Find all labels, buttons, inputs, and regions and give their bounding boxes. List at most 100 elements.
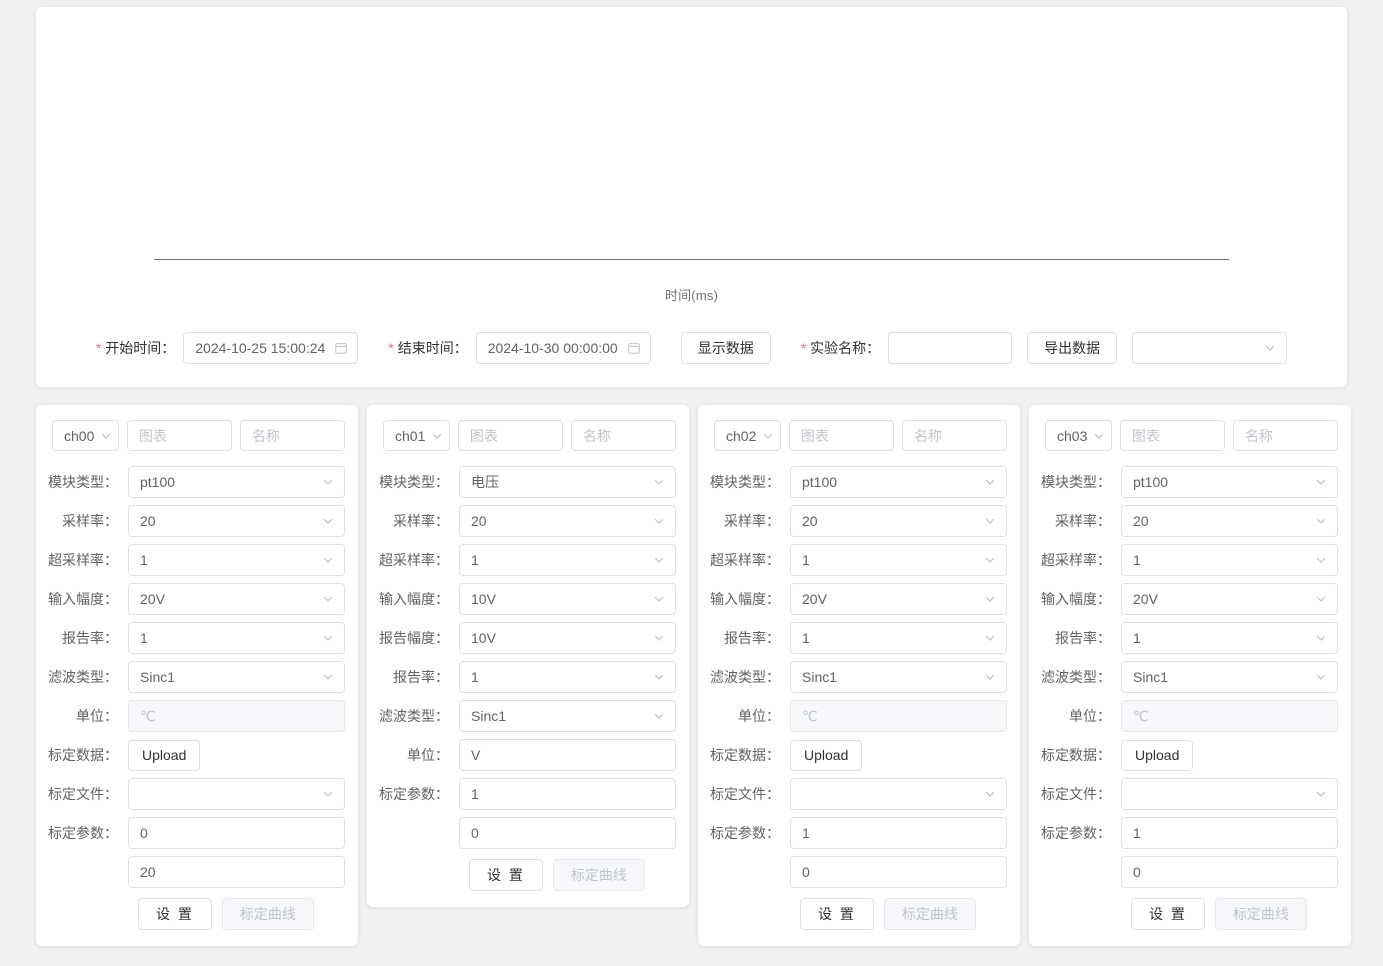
end-time-input[interactable]: 2024-10-30 00:00:00 [475, 332, 651, 364]
chart-name-input-ch03[interactable]: 图表 [1119, 420, 1225, 451]
label-filter-type: 滤波类型： [710, 669, 780, 685]
show-data-button[interactable]: 显示数据 [680, 332, 771, 364]
field-filter-type: 滤波类型： Sinc1 [706, 661, 1007, 693]
field-sample-rate: 采样率： 20 [44, 505, 345, 537]
module-type-select-ch00[interactable]: pt100 [128, 466, 345, 498]
filter-type-select-ch00[interactable]: Sinc1 [128, 661, 345, 693]
filter-type-select-ch01[interactable]: Sinc1 [459, 700, 676, 732]
cal-param-2-input-ch02[interactable]: 0 [790, 856, 1007, 888]
chart-name-input-ch02[interactable]: 图表 [788, 420, 894, 451]
cal-param-1-input-ch03[interactable]: 1 [1121, 817, 1338, 849]
sample-rate-select-ch02[interactable]: 20 [790, 505, 1007, 537]
field-cal-param-1: 标定参数： 0 [44, 817, 345, 849]
unit-input-ch01[interactable]: V [459, 739, 676, 771]
cal-param-2-input-ch01[interactable]: 0 [459, 817, 676, 849]
sample-rate-select-ch01[interactable]: 20 [459, 505, 676, 537]
module-type-select-ch02[interactable]: pt100 [790, 466, 1007, 498]
report-rate-select-ch00[interactable]: 1 [128, 622, 345, 654]
set-button-ch02[interactable]: 设 置 [800, 898, 874, 930]
cal-curve-button-ch01[interactable]: 标定曲线 [552, 859, 645, 891]
chart-placeholder: 图表 [1131, 427, 1160, 444]
filter-type-select-ch03[interactable]: Sinc1 [1121, 661, 1338, 693]
cal-param-1-input-ch01[interactable]: 1 [459, 778, 676, 810]
set-button-ch00[interactable]: 设 置 [138, 898, 212, 930]
display-name-input-ch02[interactable]: 名称 [901, 420, 1007, 451]
name-placeholder: 名称 [913, 427, 942, 444]
cal-file-select-ch00[interactable] [128, 778, 345, 810]
cal-param-1-input-ch02[interactable]: 1 [790, 817, 1007, 849]
chevron-down-icon [1314, 553, 1328, 567]
channel-select-ch00[interactable]: ch00 [52, 420, 119, 451]
end-time-value: 2024-10-30 00:00:00 [487, 340, 618, 356]
set-button-ch01[interactable]: 设 置 [469, 859, 543, 891]
chevron-down-icon [1314, 670, 1328, 684]
chart-plot-area[interactable]: 时间(ms) [36, 7, 1347, 307]
label-module-type: 模块类型： [1041, 474, 1111, 490]
required-star: * [388, 340, 394, 356]
field-report-amplitude: 报告幅度： 10V [375, 622, 676, 654]
report-rate-select-ch01[interactable]: 1 [459, 661, 676, 693]
cal-param-2-input-ch00[interactable]: 20 [128, 856, 345, 888]
cal-curve-button-ch02[interactable]: 标定曲线 [883, 898, 976, 930]
module-type-select-ch01[interactable]: 电压 [459, 466, 676, 498]
label-unit: 单位： [1069, 708, 1111, 724]
module-type-value: 电压 [471, 474, 499, 490]
cal-curve-button-ch03[interactable]: 标定曲线 [1214, 898, 1307, 930]
label-unit: 单位： [738, 708, 780, 724]
input-amplitude-value: 20V [140, 591, 165, 607]
report-amplitude-select-ch01[interactable]: 10V [459, 622, 676, 654]
upload-button-ch02[interactable]: Upload [790, 739, 863, 771]
upload-button-ch03[interactable]: Upload [1121, 739, 1194, 771]
experiment-name-input[interactable] [888, 332, 1013, 364]
label-cal-data: 标定数据： [710, 747, 780, 763]
chevron-down-icon [983, 592, 997, 606]
cal-param-2-input-ch03[interactable]: 0 [1121, 856, 1338, 888]
label-cal-param: 标定参数： [710, 825, 780, 841]
input-amplitude-select-ch03[interactable]: 20V [1121, 583, 1338, 615]
report-rate-value: 1 [1133, 630, 1141, 646]
over-sample-rate-select-ch00[interactable]: 1 [128, 544, 345, 576]
over-sample-rate-select-ch02[interactable]: 1 [790, 544, 1007, 576]
cal-curve-button-ch00[interactable]: 标定曲线 [221, 898, 314, 930]
chevron-down-icon [652, 553, 666, 567]
input-amplitude-select-ch02[interactable]: 20V [790, 583, 1007, 615]
display-name-input-ch00[interactable]: 名称 [239, 420, 345, 451]
label-sample-rate: 采样率： [724, 513, 780, 529]
start-time-input[interactable]: 2024-10-25 15:00:24 [183, 332, 359, 364]
report-rate-select-ch02[interactable]: 1 [790, 622, 1007, 654]
chart-name-input-ch00[interactable]: 图表 [126, 420, 232, 451]
cal-file-select-ch03[interactable] [1121, 778, 1338, 810]
display-name-input-ch01[interactable]: 名称 [570, 420, 676, 451]
field-over-sample-rate: 超采样率： 1 [375, 544, 676, 576]
field-input-amplitude: 输入幅度： 10V [375, 583, 676, 615]
chart-x-axis-label: 时间(ms) [664, 288, 719, 303]
input-amplitude-select-ch00[interactable]: 20V [128, 583, 345, 615]
report-rate-select-ch03[interactable]: 1 [1121, 622, 1338, 654]
cal-file-select-ch02[interactable] [790, 778, 1007, 810]
over-sample-rate-select-ch03[interactable]: 1 [1121, 544, 1338, 576]
label-input-amplitude: 输入幅度： [710, 591, 780, 607]
module-type-select-ch03[interactable]: pt100 [1121, 466, 1338, 498]
field-module-type: 模块类型： pt100 [1037, 466, 1338, 498]
export-data-button[interactable]: 导出数据 [1027, 332, 1118, 364]
label-unit: 单位： [76, 708, 118, 724]
chart-name-input-ch01[interactable]: 图表 [457, 420, 563, 451]
display-name-input-ch03[interactable]: 名称 [1232, 420, 1338, 451]
chevron-down-icon [100, 430, 112, 442]
filter-type-select-ch02[interactable]: Sinc1 [790, 661, 1007, 693]
channel-select-ch01[interactable]: ch01 [383, 420, 450, 451]
label-filter-type: 滤波类型： [1041, 669, 1111, 685]
chart-placeholder: 图表 [800, 427, 829, 444]
field-sample-rate: 采样率： 20 [375, 505, 676, 537]
cal-param-1-input-ch00[interactable]: 0 [128, 817, 345, 849]
over-sample-rate-select-ch01[interactable]: 1 [459, 544, 676, 576]
sample-rate-select-ch00[interactable]: 20 [128, 505, 345, 537]
sample-rate-select-ch03[interactable]: 20 [1121, 505, 1338, 537]
channel-select-ch03[interactable]: ch03 [1045, 420, 1112, 451]
input-amplitude-select-ch01[interactable]: 10V [459, 583, 676, 615]
channel-select-ch02[interactable]: ch02 [714, 420, 781, 451]
field-sample-rate: 采样率： 20 [1037, 505, 1338, 537]
upload-button-ch00[interactable]: Upload [128, 739, 201, 771]
export-format-select[interactable] [1132, 332, 1288, 364]
set-button-ch03[interactable]: 设 置 [1131, 898, 1205, 930]
